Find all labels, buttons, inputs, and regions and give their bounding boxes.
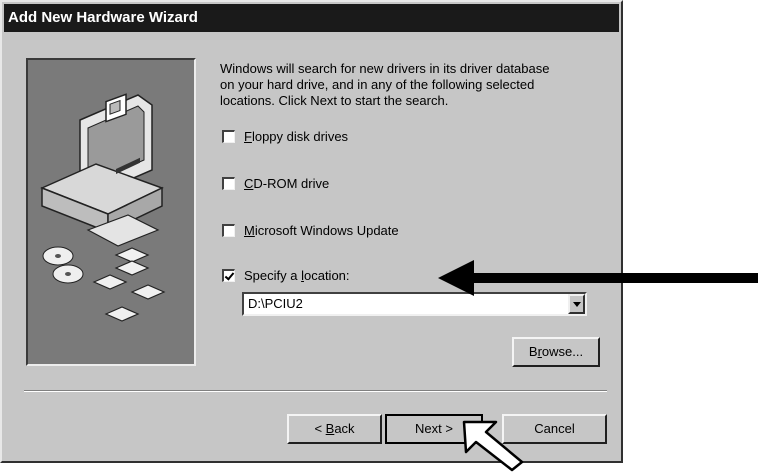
wizard-illustration bbox=[26, 58, 196, 366]
cdrom-label: CD-ROM drive bbox=[244, 175, 330, 191]
mouse-cursor-icon bbox=[462, 420, 524, 472]
browse-button[interactable]: Browse... bbox=[512, 337, 600, 367]
windows-update-checkbox[interactable] bbox=[222, 223, 235, 237]
floppy-disks bbox=[92, 247, 166, 322]
back-button[interactable]: < Back bbox=[287, 414, 382, 444]
separator bbox=[24, 390, 607, 392]
floppy-label: Floppy disk drives bbox=[244, 128, 349, 144]
floppy-checkbox[interactable] bbox=[222, 129, 235, 143]
window-title: Add New Hardware Wizard bbox=[8, 9, 198, 26]
cd-discs bbox=[42, 246, 84, 284]
specify-location-checkbox-row[interactable]: Specify a location: bbox=[222, 266, 350, 284]
specify-location-checkbox[interactable] bbox=[222, 268, 235, 282]
floppy-checkbox-row[interactable]: Floppy disk drives bbox=[222, 127, 348, 145]
cdrom-checkbox[interactable] bbox=[222, 176, 235, 190]
specify-location-label: Specify a location: bbox=[244, 267, 350, 283]
computer-illustration bbox=[40, 93, 166, 322]
location-value: D:\PCIU2 bbox=[248, 296, 303, 311]
instructions-text: Windows will search for new drivers in i… bbox=[220, 61, 550, 108]
windows-update-label: Microsoft Windows Update bbox=[244, 222, 399, 238]
annotation-arrow bbox=[438, 260, 758, 296]
windows-update-checkbox-row[interactable]: Microsoft Windows Update bbox=[222, 221, 399, 239]
title-bar[interactable]: Add New Hardware Wizard bbox=[4, 4, 619, 32]
wizard-dialog: Add New Hardware Wizard Windows will sea… bbox=[0, 0, 623, 463]
cdrom-checkbox-row[interactable]: CD-ROM drive bbox=[222, 174, 329, 192]
